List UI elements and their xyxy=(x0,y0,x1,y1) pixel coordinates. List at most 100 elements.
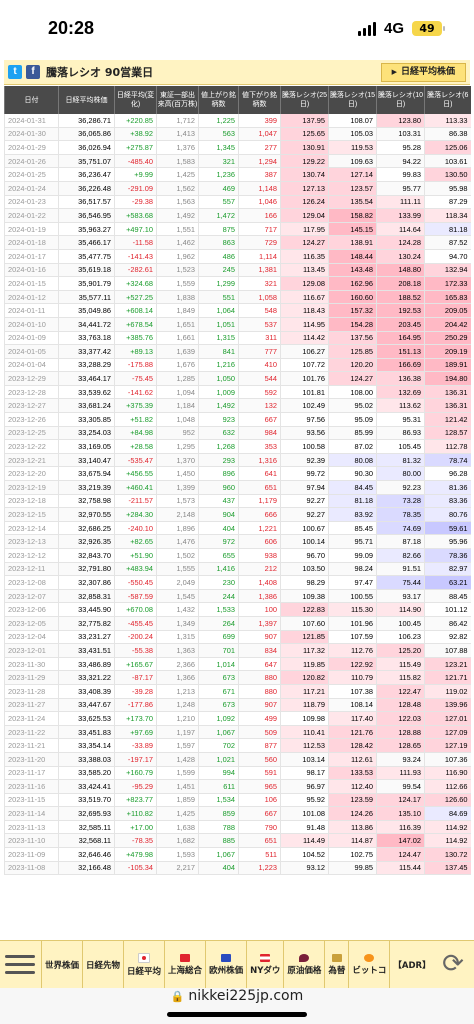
network-type: 4G xyxy=(383,20,404,37)
table-header-row: 日付 日経平均株価 日経平均(変化) 東証一部出来高(百万株) 値上がり銘柄数 … xyxy=(4,86,471,114)
col-header-declines[interactable]: 値下がり銘柄数 xyxy=(238,86,281,114)
cell-change: -291.09 xyxy=(114,181,157,196)
cell-ratio-10: 114.90 xyxy=(376,602,425,617)
cell-ratio-15: 143.48 xyxy=(328,263,377,278)
col-header-ratio-15[interactable]: 騰落レシオ(15日) xyxy=(328,86,377,114)
nikkei-average-link[interactable]: ▶ 日経平均株価 xyxy=(380,63,466,82)
nav-adr-label: 【ADR】 xyxy=(393,960,431,971)
cell-ratio-25: 92.27 xyxy=(280,494,329,509)
cell-ratio-15: 127.14 xyxy=(328,167,377,182)
table-row: 2023-11-08 32,166.48 -105.34 2,217 404 1,223 9… xyxy=(4,861,471,876)
table-row: 2024-01-04 33,288.29 -175.88 1,676 1,216 410 1… xyxy=(4,358,471,373)
cell-ratio-6: 165.83 xyxy=(424,290,471,305)
nav-nikkei-futures[interactable]: 日経先物 xyxy=(82,941,123,988)
col-header-ratio-6[interactable]: 騰落レシオ(6日) xyxy=(424,86,471,114)
home-indicator[interactable] xyxy=(167,1012,307,1017)
cell-volume: 1,838 xyxy=(156,290,199,305)
cell-ratio-15: 145.15 xyxy=(328,222,377,237)
cell-ratio-25: 129.04 xyxy=(280,208,329,223)
cell-declines: 560 xyxy=(238,752,281,767)
cell-ratio-6: 92.82 xyxy=(424,630,471,645)
cell-change: +38.92 xyxy=(114,127,157,142)
col-header-date[interactable]: 日付 xyxy=(4,86,59,114)
nav-shanghai[interactable]: 上海総合 xyxy=(164,941,205,988)
cell-volume: 1,555 xyxy=(156,562,199,577)
cell-ratio-25: 113.45 xyxy=(280,263,329,278)
cell-ratio-6: 86.42 xyxy=(424,616,471,631)
cell-volume: 1,583 xyxy=(156,154,199,169)
table-row: 2024-01-22 36,546.95 +583.68 1,492 1,472 166 1… xyxy=(4,208,471,223)
cell-date: 2023-11-30 xyxy=(4,657,59,672)
nav-ny-dow[interactable]: NYダウ xyxy=(246,941,283,988)
cell-ratio-6: 204.42 xyxy=(424,317,471,332)
cell-ratio-15: 137.56 xyxy=(328,331,377,346)
cell-ratio-6: 84.69 xyxy=(424,806,471,821)
bottom-nav: 世界株価 日経先物 日経平均 上海総合 欧州株価 NYダウ 原油価格 為替 ビッ… xyxy=(0,940,474,988)
cell-advances: 1,534 xyxy=(198,793,239,808)
cell-ratio-25: 121.85 xyxy=(280,630,329,645)
facebook-share-icon[interactable]: f xyxy=(26,65,40,79)
cell-ratio-15: 108.07 xyxy=(328,114,377,128)
cell-ratio-6: 81.36 xyxy=(424,480,471,495)
nav-nikkei-average[interactable]: 日経平均 xyxy=(123,941,164,988)
twitter-share-icon[interactable]: t xyxy=(8,65,22,79)
nav-europe-stocks[interactable]: 欧州株価 xyxy=(205,941,246,988)
cell-advances: 1,268 xyxy=(198,439,239,454)
cell-declines: 641 xyxy=(238,466,281,482)
cell-volume: 2,148 xyxy=(156,507,199,522)
cell-ratio-6: 83.36 xyxy=(424,494,471,509)
table-row: 2023-12-28 33,539.62 -141.62 1,094 1,009 592 1… xyxy=(4,385,471,400)
col-header-advances[interactable]: 値上がり銘柄数 xyxy=(198,86,239,114)
cell-date: 2023-11-22 xyxy=(4,725,59,740)
cell-nikkei: 32,695.93 xyxy=(58,806,115,821)
table-row: 2023-11-29 33,321.22 -87.17 1,366 673 880 120.… xyxy=(4,670,471,685)
cell-ratio-10: 80.00 xyxy=(376,466,425,482)
nav-world-stocks[interactable]: 世界株価 xyxy=(41,941,82,988)
nav-adr[interactable]: 【ADR】 xyxy=(389,941,433,988)
table-row: 2023-11-22 33,451.83 +97.69 1,197 1,067 509 11… xyxy=(4,725,471,740)
table-row: 2024-01-29 36,026.94 +275.87 1,376 1,345 277 1… xyxy=(4,140,471,155)
menu-hamburger-icon[interactable] xyxy=(5,950,35,980)
cell-volume: 1,859 xyxy=(156,793,199,808)
cell-declines: 1,223 xyxy=(238,861,281,876)
table-row: 2024-01-17 35,477.75 -141.43 1,962 486 1,114 1… xyxy=(4,249,471,264)
arrow-right-icon: ▶ xyxy=(391,68,397,76)
col-header-ratio-25[interactable]: 騰落レシオ(25日) xyxy=(280,86,329,114)
col-header-volume[interactable]: 東証一部出来高(百万株) xyxy=(156,86,199,114)
cell-date: 2024-01-24 xyxy=(4,181,59,196)
cell-declines: 166 xyxy=(238,208,281,223)
cell-ratio-15: 95.71 xyxy=(328,534,377,549)
cell-nikkei: 33,388.03 xyxy=(58,752,115,767)
nav-bitcoin[interactable]: ビットコ xyxy=(348,941,389,988)
cell-change: -78.35 xyxy=(114,833,157,849)
cell-nikkei: 32,791.80 xyxy=(58,562,115,577)
cell-date: 2023-12-12 xyxy=(4,548,59,563)
cell-date: 2023-12-04 xyxy=(4,630,59,645)
cell-ratio-15: 133.53 xyxy=(328,766,377,781)
cell-declines: 387 xyxy=(238,167,281,182)
cell-ratio-15: 117.40 xyxy=(328,711,377,726)
col-header-nikkei[interactable]: 日経平均株価 xyxy=(58,86,115,114)
col-header-change[interactable]: 日経平均(変化) xyxy=(114,86,157,114)
browser-url-bar[interactable]: 🔒 nikkei225jp.com xyxy=(0,988,474,1024)
table-row: 2023-11-13 32,585.11 +17.00 1,638 788 790 91.4… xyxy=(4,820,471,835)
refresh-icon[interactable]: ⟳ xyxy=(438,949,468,979)
cell-volume: 1,376 xyxy=(156,140,199,155)
nav-crude-oil[interactable]: 原油価格 xyxy=(283,941,324,988)
cell-advances: 1,345 xyxy=(198,140,239,155)
cell-ratio-6: 87.29 xyxy=(424,195,471,210)
cell-ratio-6: 59.61 xyxy=(424,521,471,536)
nav-forex[interactable]: 為替 xyxy=(324,941,348,988)
col-header-ratio-10[interactable]: 騰落レシオ(10日) xyxy=(376,86,425,114)
cell-volume: 1,502 xyxy=(156,548,199,563)
cell-nikkei: 36,236.47 xyxy=(58,167,115,182)
cell-volume: 1,849 xyxy=(156,303,199,318)
cell-ratio-25: 119.85 xyxy=(280,657,329,672)
table-row: 2023-12-04 33,231.27 -200.24 1,315 699 907 121… xyxy=(4,630,471,645)
cell-date: 2023-12-15 xyxy=(4,507,59,522)
cell-advances: 1,064 xyxy=(198,303,239,318)
cell-date: 2023-12-05 xyxy=(4,616,59,631)
cell-volume: 1,285 xyxy=(156,371,199,386)
cell-volume: 1,184 xyxy=(156,398,199,414)
cell-ratio-10: 124.17 xyxy=(376,793,425,808)
